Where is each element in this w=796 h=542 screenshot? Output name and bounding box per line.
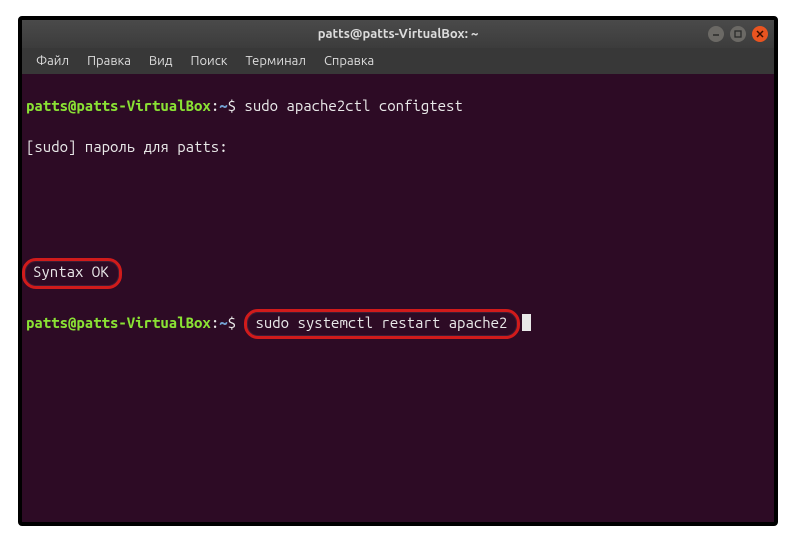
cursor-icon [522, 314, 531, 331]
command-2: sudo systemctl restart apache2 [255, 314, 507, 331]
close-icon[interactable] [752, 26, 768, 42]
prompt-symbol: $ [228, 97, 236, 114]
menu-help[interactable]: Справка [316, 51, 382, 71]
menubar: Файл Правка Вид Поиск Терминал Справка [22, 48, 774, 74]
prompt-symbol: $ [228, 314, 236, 331]
blank-line [26, 177, 770, 197]
window-title: patts@patts-VirtualBox: ~ [318, 27, 479, 41]
terminal-window: patts@patts-VirtualBox: ~ Файл Правка Ви… [18, 16, 778, 526]
maximize-icon[interactable] [730, 26, 746, 42]
blank-line [26, 218, 770, 238]
prompt-colon: : [211, 314, 219, 331]
prompt-path: ~ [219, 314, 227, 331]
prompt-path: ~ [219, 97, 227, 114]
prompt-user-host: patts@patts-VirtualBox [26, 314, 211, 331]
menu-edit[interactable]: Правка [79, 51, 139, 71]
terminal-body[interactable]: patts@patts-VirtualBox:~$ sudo apache2ct… [22, 74, 774, 522]
sudo-password-prompt: [sudo] пароль для patts: [26, 137, 770, 157]
minimize-icon[interactable] [708, 26, 724, 42]
menu-search[interactable]: Поиск [182, 51, 235, 71]
prompt-user-host: patts@patts-VirtualBox [26, 97, 211, 114]
highlight-syntax-ok: Syntax OK [22, 258, 122, 288]
menu-file[interactable]: Файл [28, 51, 77, 71]
titlebar: patts@patts-VirtualBox: ~ [22, 20, 774, 48]
window-controls [708, 26, 768, 42]
highlight-command: sudo systemctl restart apache2 [244, 309, 520, 339]
menu-view[interactable]: Вид [141, 51, 181, 71]
command-1: sudo apache2ctl configtest [236, 97, 463, 114]
menu-terminal[interactable]: Терминал [237, 51, 313, 71]
prompt-colon: : [211, 97, 219, 114]
syntax-ok-text: Syntax OK [33, 263, 109, 280]
